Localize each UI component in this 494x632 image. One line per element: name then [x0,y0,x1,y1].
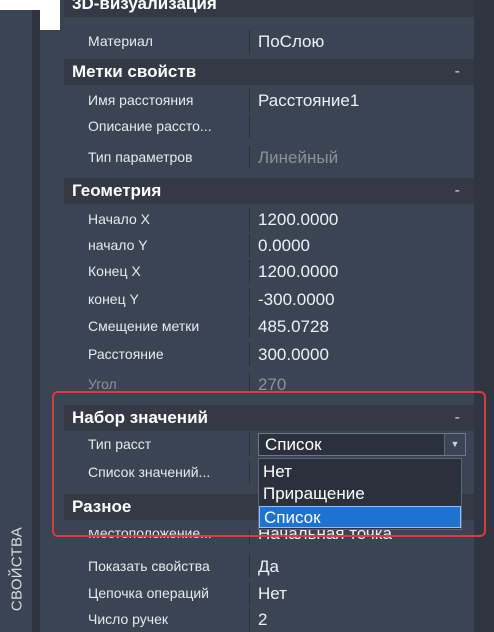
property-key: Угол [64,373,250,391]
section-title: Набор значений [72,408,208,427]
dropdown-option-none[interactable]: Нет [259,461,461,483]
property-key: Имя расстояния [64,89,250,112]
row-material[interactable]: Материал ПоСлою [64,30,474,53]
collapse-icon[interactable]: - [455,405,460,431]
property-key: конец Y [64,288,250,311]
row-angle[interactable]: Угол 270 [64,373,474,391]
property-value[interactable]: -300.0000 [250,288,474,311]
section-title: 3D-визуализация [72,0,217,13]
row-grip-count[interactable]: Число ручек 2 [64,608,474,631]
side-tab-divider [32,10,40,632]
row-parameter-type[interactable]: Тип параметров Линейный [64,146,474,169]
property-key: Смещение метки [64,315,250,338]
property-value[interactable] [250,115,474,138]
property-key: Материал [64,30,250,53]
chevron-down-icon[interactable]: ▼ [444,434,465,455]
property-key: Тип расст [64,433,250,456]
section-title: Разное [72,497,132,516]
property-value[interactable]: 485.0728 [250,315,474,338]
collapse-icon[interactable]: - [455,178,460,204]
dropdown-selected-value: Список [265,435,322,454]
dropdown-options-list[interactable]: Нет Приращение Список [258,458,462,530]
property-value: Линейный [250,146,474,169]
property-value[interactable]: Начальная точка [250,530,474,544]
property-key: Конец X [64,260,250,283]
property-value[interactable]: ПоСлою [250,30,474,53]
row-start-x[interactable]: Начало X 1200.0000 [64,208,474,231]
dropdown-option-increment[interactable]: Приращение [259,483,461,505]
property-value[interactable]: 0.0000 [250,234,474,257]
property-key: Начало X [64,208,250,231]
row-operation-chain[interactable]: Цепочка операций Нет [64,582,474,605]
property-key: Цепочка операций [64,582,250,605]
property-key: Тип параметров [64,146,250,169]
property-value[interactable]: Да [250,555,474,578]
side-tab-strip: СВОЙСТВА [0,10,40,632]
distance-type-dropdown[interactable]: Список ▼ [258,433,466,456]
property-value[interactable]: 1200.0000 [250,208,474,231]
property-key: Расстояние [64,343,250,366]
property-value[interactable]: 2 [250,608,474,631]
property-key: начало Y [64,234,250,257]
section-title: Метки свойств [72,62,197,81]
property-value[interactable]: 300.0000 [250,343,474,366]
row-end-x[interactable]: Конец X 1200.0000 [64,260,474,283]
property-key: Показать свойства [64,555,250,578]
section-geometry[interactable]: Геометрия - [64,178,474,204]
section-title: Геометрия [72,181,162,200]
row-end-y[interactable]: конец Y -300.0000 [64,288,474,311]
row-location[interactable]: Местоположение... Начальная точка [64,530,474,544]
property-key: Местоположение... [64,530,250,544]
property-value[interactable]: 270 [250,373,474,391]
property-value[interactable]: Нет [250,582,474,605]
side-tab-label: СВОЙСТВА [8,526,26,612]
properties-side-tab[interactable]: СВОЙСТВА [4,514,30,624]
dropdown-option-list[interactable]: Список [259,506,461,528]
property-key: Список значений... [64,461,250,484]
property-value[interactable]: 1200.0000 [250,260,474,283]
property-value[interactable]: Расстояние1 [250,89,474,112]
section-property-labels[interactable]: Метки свойств - [64,59,474,85]
row-start-y[interactable]: начало Y 0.0000 [64,234,474,257]
row-distance-name[interactable]: Имя расстояния Расстояние1 [64,89,474,112]
row-label-offset[interactable]: Смещение метки 485.0728 [64,315,474,338]
row-distance[interactable]: Расстояние 300.0000 [64,343,474,366]
row-show-properties[interactable]: Показать свойства Да [64,555,474,578]
row-distance-description[interactable]: Описание рассто... [64,115,474,138]
property-key: Число ручек [64,608,250,631]
property-key: Описание рассто... [64,115,250,138]
collapse-icon[interactable]: - [455,59,460,85]
scrollbar-track[interactable] [474,0,494,632]
section-3d-visualization[interactable]: 3D-визуализация [64,0,474,17]
section-value-set[interactable]: Набор значений - [64,405,474,431]
